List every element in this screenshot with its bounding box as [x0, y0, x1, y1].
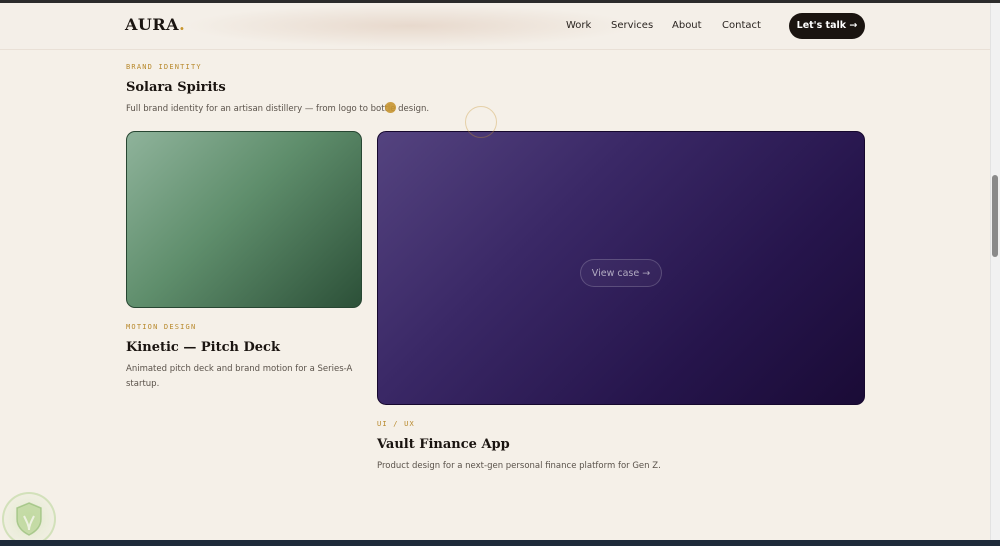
project-description-kinetic: Animated pitch deck and brand motion for…: [126, 362, 352, 392]
project-title-kinetic[interactable]: Kinetic — Pitch Deck: [126, 340, 280, 355]
project-description-kinetic-line-1: Animated pitch deck and brand motion for…: [126, 364, 353, 374]
site-logo[interactable]: AURA.: [125, 15, 185, 34]
project-description-solara-spirits: Full brand identity for an artisan disti…: [126, 104, 430, 114]
browser-viewport: AURA. Work Services About Contact Let's …: [0, 0, 1000, 546]
nav-link-contact[interactable]: Contact: [722, 20, 761, 31]
project-description-kinetic-line-2: startup.: [126, 379, 160, 389]
nav-link-work[interactable]: Work: [566, 20, 591, 31]
nav-link-services[interactable]: Services: [611, 20, 653, 31]
project-description-vault-finance: Product design for a next-gen personal f…: [377, 461, 661, 471]
project-title-solara-spirits[interactable]: Solara Spirits: [126, 80, 226, 95]
shield-leaf-icon: [2, 492, 56, 546]
page-scrollbar-track[interactable]: [990, 3, 1000, 540]
page-scrollbar-thumb[interactable]: [992, 175, 998, 257]
custom-cursor-dot: [385, 102, 396, 113]
shield-leaf-icon-graphic: [16, 502, 42, 536]
logo-text: AURA: [125, 15, 180, 34]
nav-link-about[interactable]: About: [672, 20, 702, 31]
view-case-button[interactable]: View case →: [580, 259, 662, 287]
site-header: AURA. Work Services About Contact Let's …: [0, 3, 990, 50]
header-glow: [190, 5, 630, 47]
window-bottom-edge: [0, 540, 1000, 546]
lets-talk-button[interactable]: Let's talk →: [789, 13, 865, 39]
project-tag-ui-ux: UI / UX: [377, 420, 415, 428]
custom-cursor-ring: [465, 106, 497, 138]
logo-dot: .: [179, 15, 186, 34]
project-tag-brand-identity: BRAND IDENTITY: [126, 63, 202, 71]
project-title-vault-finance[interactable]: Vault Finance App: [377, 437, 510, 452]
project-tag-motion-design: MOTION DESIGN: [126, 323, 197, 331]
project-card-kinetic-image[interactable]: [126, 131, 362, 308]
project-card-vault-finance-image[interactable]: View case →: [377, 131, 865, 405]
